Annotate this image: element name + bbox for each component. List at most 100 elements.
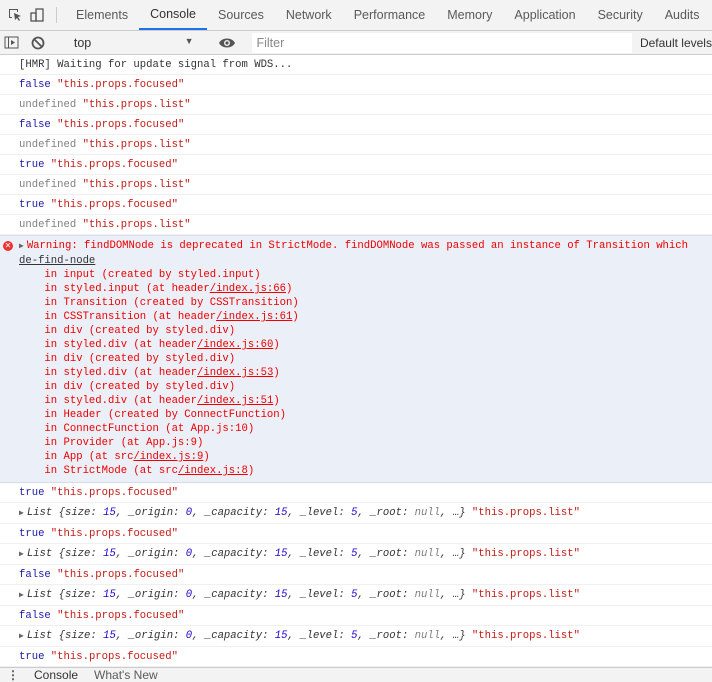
inspect-element-icon[interactable] bbox=[4, 0, 26, 30]
stack-frame-link[interactable]: /index.js:61 bbox=[216, 311, 292, 323]
log-message: undefined "this.props.list" bbox=[0, 135, 712, 155]
console-messages: [HMR] Waiting for update signal from WDS… bbox=[0, 55, 712, 667]
prop-origin: 0 bbox=[185, 630, 193, 642]
stack-frame-text: in div (created by styled.div) bbox=[19, 325, 236, 337]
stack-frame: in div (created by styled.div) bbox=[19, 381, 235, 393]
log-message: true "this.props.focused" bbox=[0, 647, 712, 667]
prop-level: 5 bbox=[351, 630, 358, 642]
log-message: false "this.props.focused" bbox=[0, 115, 712, 135]
stack-frame: in styled.div (at header/index.js:60) bbox=[19, 339, 279, 351]
value: true bbox=[19, 199, 45, 211]
value: false bbox=[19, 79, 51, 91]
stack-frame: in CSSTransition (at header/index.js:61) bbox=[19, 311, 298, 323]
tab-performance[interactable]: Performance bbox=[343, 0, 437, 30]
log-message: true "this.props.focused" bbox=[0, 155, 712, 175]
stack-frame-text: in styled.div (at header bbox=[19, 367, 198, 379]
object-class: List bbox=[26, 548, 53, 560]
label-string: "this.props.list" bbox=[471, 548, 580, 560]
stack-frame: in StrictMode (at src/index.js:8) bbox=[19, 465, 254, 477]
tab-application[interactable]: Application bbox=[503, 0, 586, 30]
stack-frame-end: ) bbox=[273, 395, 280, 407]
stack-frame-text: in ConnectFunction (at App.js:10) bbox=[19, 423, 255, 435]
stack-frame-link[interactable]: /index.js:60 bbox=[197, 339, 273, 351]
divider bbox=[56, 7, 57, 23]
tab-audits[interactable]: Audits bbox=[654, 0, 711, 30]
object-preview[interactable]: ▶ List {size: 15, _origin: 0, _capacity: … bbox=[19, 630, 466, 642]
context-selector[interactable]: top ▼ bbox=[66, 36, 200, 50]
prop-level: 5 bbox=[351, 589, 358, 601]
log-message: undefined "this.props.list" bbox=[0, 175, 712, 195]
stack-frame: in styled.input (at header/index.js:66) bbox=[19, 283, 292, 295]
prop-root: null bbox=[414, 589, 441, 601]
stack-frame-end: ) bbox=[273, 367, 280, 379]
label-string: "this.props.focused" bbox=[57, 610, 185, 622]
label-string: "this.props.focused" bbox=[50, 199, 178, 211]
object-preview[interactable]: ▶ List {size: 15, _origin: 0, _capacity: … bbox=[19, 548, 466, 560]
object-class: List bbox=[26, 507, 53, 519]
stack-frame-text: in Header (created by ConnectFunction) bbox=[19, 409, 287, 421]
drawer-tab-console[interactable]: Console bbox=[26, 668, 86, 682]
tab-sources[interactable]: Sources bbox=[207, 0, 275, 30]
chevron-down-icon: ▼ bbox=[184, 35, 194, 46]
label-string: "this.props.list" bbox=[82, 99, 191, 111]
stack-frame-end: ) bbox=[203, 451, 210, 463]
object-class: List bbox=[26, 630, 53, 642]
stack-frame-link[interactable]: /index.js:8 bbox=[178, 465, 248, 477]
value: false bbox=[19, 610, 51, 622]
log-levels-dropdown[interactable]: Default levels bbox=[632, 36, 712, 50]
label-string: "this.props.list" bbox=[471, 589, 580, 601]
stack-frame: in div (created by styled.div) bbox=[19, 353, 235, 365]
label-string: "this.props.focused" bbox=[50, 528, 178, 540]
stack-frame-link[interactable]: /index.js:9 bbox=[133, 451, 203, 463]
sidebar-toggle-icon[interactable] bbox=[1, 36, 22, 49]
stack-frame: in div (created by styled.div) bbox=[19, 325, 235, 337]
stack-frame: in Provider (at App.js:9) bbox=[19, 437, 203, 449]
value: true bbox=[19, 651, 45, 663]
device-toolbar-icon[interactable] bbox=[26, 0, 48, 30]
prop-root: null bbox=[414, 507, 441, 519]
prop-capacity: 15 bbox=[274, 589, 288, 601]
tab-security[interactable]: Security bbox=[587, 0, 654, 30]
context-value: top bbox=[73, 35, 92, 50]
value: undefined bbox=[19, 219, 77, 231]
expand-triangle-icon[interactable]: ▶ bbox=[19, 585, 24, 606]
value: false bbox=[19, 569, 51, 581]
label-string: "this.props.list" bbox=[82, 219, 191, 231]
live-expression-eye-icon[interactable] bbox=[217, 37, 238, 49]
tab-network[interactable]: Network bbox=[275, 0, 343, 30]
stack-frame-link[interactable]: /index.js:51 bbox=[197, 395, 273, 407]
prop-level: 5 bbox=[351, 507, 358, 519]
drawer-menu-icon[interactable]: ⋮ bbox=[0, 668, 26, 682]
expand-triangle-icon[interactable]: ▶ bbox=[19, 544, 24, 565]
log-message-object[interactable]: ▶ List {size: 15, _origin: 0, _capacity: … bbox=[0, 626, 712, 647]
expand-triangle-icon[interactable]: ▶ bbox=[19, 503, 24, 524]
expand-triangle-icon[interactable]: ▶ bbox=[19, 240, 24, 254]
stack-frame: in styled.div (at header/index.js:53) bbox=[19, 367, 280, 379]
stack-frame-end: ) bbox=[286, 283, 293, 295]
clear-console-icon[interactable] bbox=[28, 36, 49, 50]
stack-frame-text: in StrictMode (at src bbox=[19, 465, 178, 477]
tab-elements[interactable]: Elements bbox=[65, 0, 139, 30]
tab-console[interactable]: Console bbox=[139, 0, 207, 30]
console-toolbar: top ▼ Filter Default levels bbox=[0, 31, 712, 55]
log-message-object[interactable]: ▶ List {size: 15, _origin: 0, _capacity: … bbox=[0, 585, 712, 606]
object-preview[interactable]: ▶ List {size: 15, _origin: 0, _capacity: … bbox=[19, 507, 466, 519]
stack-frame-link[interactable]: /index.js:53 bbox=[197, 367, 273, 379]
prop-origin: 0 bbox=[185, 548, 193, 560]
prop-size: 15 bbox=[103, 630, 116, 642]
object-preview[interactable]: ▶ List {size: 15, _origin: 0, _capacity: … bbox=[19, 589, 466, 601]
tab-memory[interactable]: Memory bbox=[436, 0, 503, 30]
filter-input[interactable]: Filter bbox=[252, 32, 632, 53]
log-message-object[interactable]: ▶ List {size: 15, _origin: 0, _capacity: … bbox=[0, 544, 712, 565]
drawer-tab-whats-new[interactable]: What's New bbox=[86, 668, 166, 682]
error-link[interactable]: de-find-node bbox=[19, 255, 95, 267]
log-message-object[interactable]: ▶ List {size: 15, _origin: 0, _capacity: … bbox=[0, 503, 712, 524]
stack-frame-end: ) bbox=[247, 465, 255, 477]
label-string: "this.props.list" bbox=[82, 139, 191, 151]
stack-frame-link[interactable]: /index.js:66 bbox=[210, 283, 286, 295]
expand-triangle-icon[interactable]: ▶ bbox=[19, 626, 24, 647]
log-message: true "this.props.focused" bbox=[0, 483, 712, 503]
stack-frame: in input (created by styled.input) bbox=[19, 269, 260, 281]
log-message: undefined "this.props.list" bbox=[0, 95, 712, 115]
prop-size: 15 bbox=[103, 589, 116, 601]
